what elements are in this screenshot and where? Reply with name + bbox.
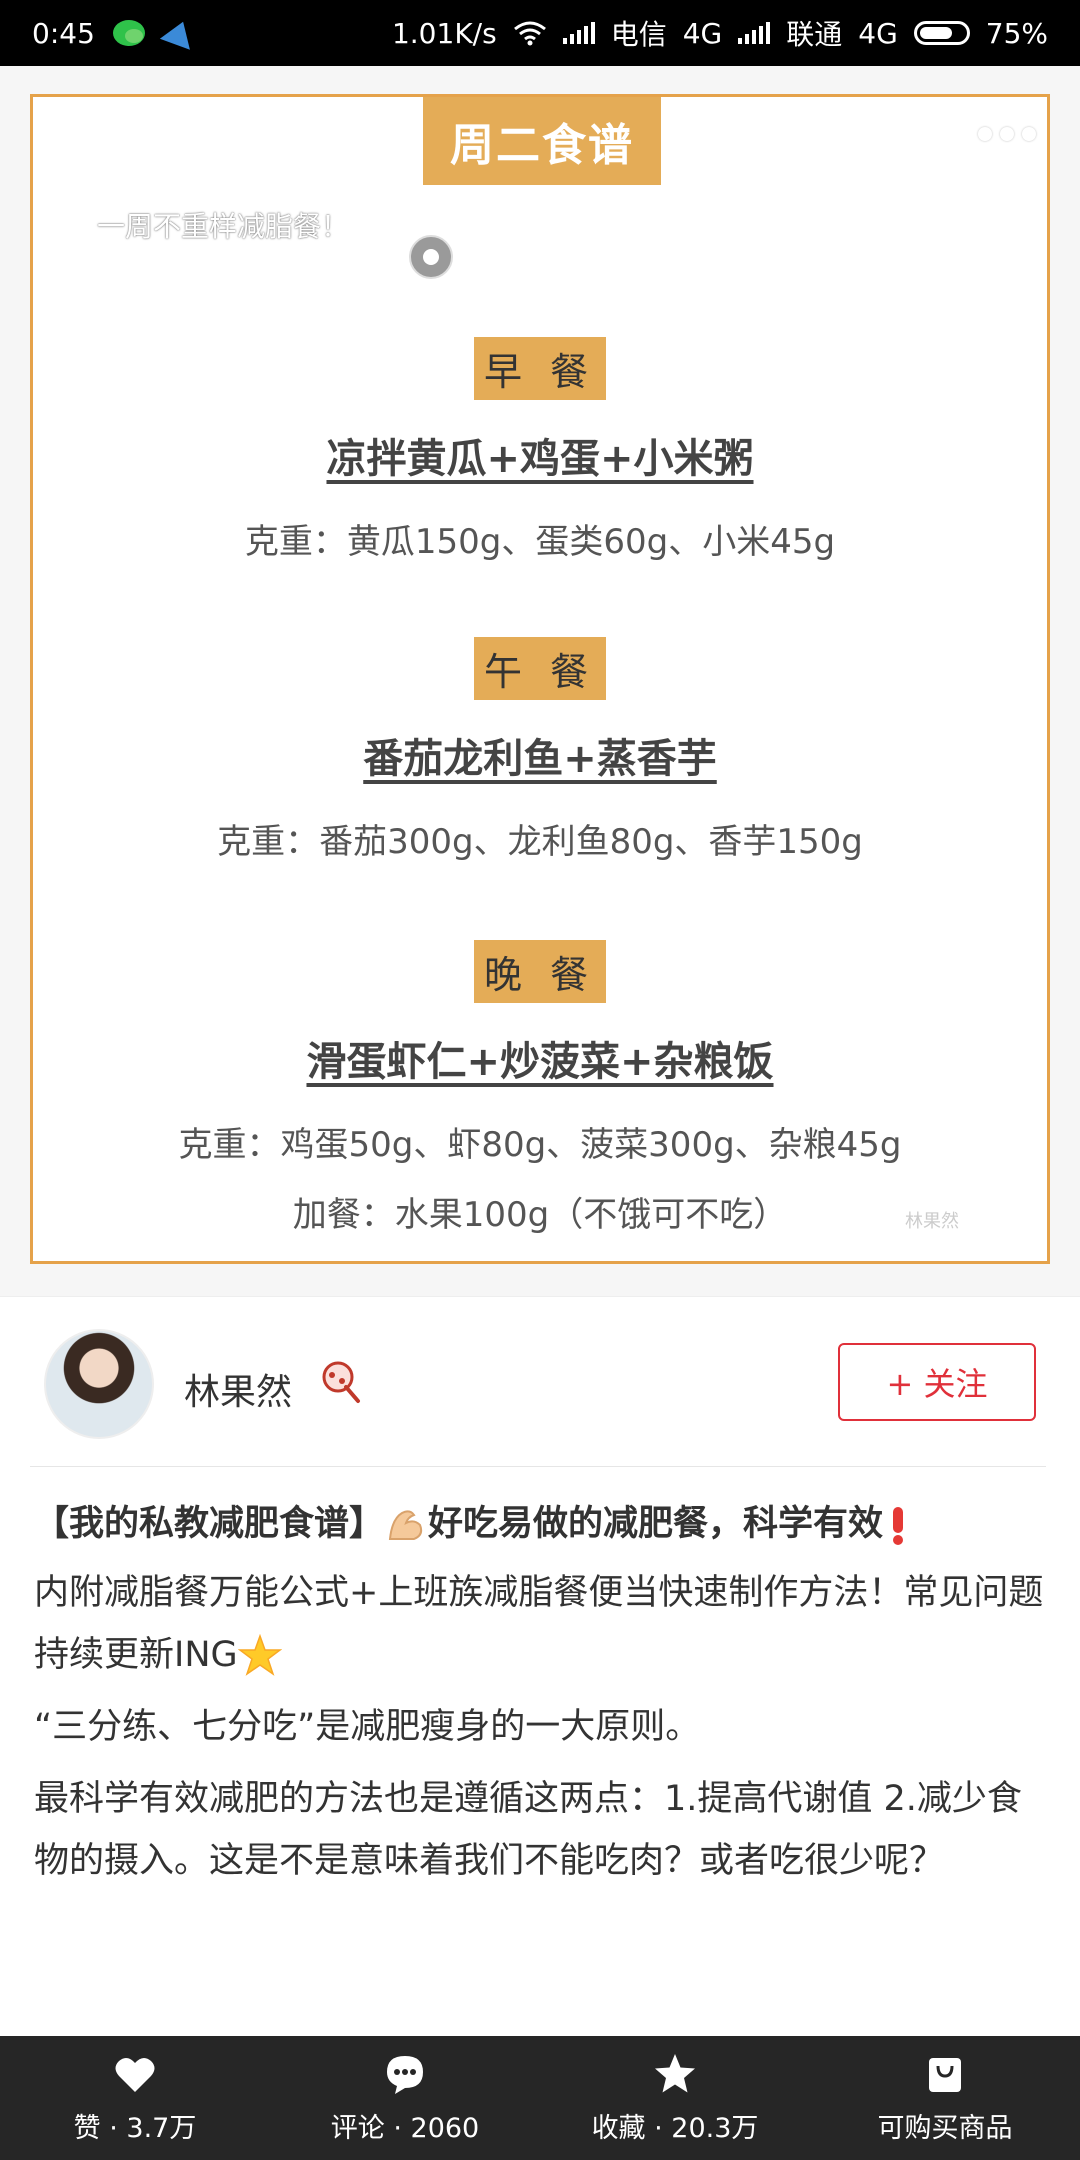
signal-icon-2 xyxy=(738,22,771,44)
post-paragraph-3: 最科学有效减肥的方法也是遵循这两点：1.提高代谢值 2.减少食物的摄入。这是不是… xyxy=(34,1779,1022,1881)
carrier-1: 电信 xyxy=(610,18,667,51)
post-image[interactable]: 周二食谱 一周不重样减脂餐！ 早 餐 凉拌黄瓜+鸡蛋+小米粥 克重：黄瓜150g… xyxy=(0,66,1080,1296)
follow-button[interactable]: + 关注 xyxy=(838,1343,1036,1421)
recipe-subtitle: 一周不重样减脂餐！ xyxy=(97,210,350,243)
bottom-action-bar: 赞 · 3.7万 评论 · 2060 收藏 · 20.3万 可购买商品 xyxy=(0,2036,1080,2160)
meal-lunch: 午 餐 番茄龙利鱼+蒸香芋 克重：番茄300g、龙利鱼80g、香芋150g xyxy=(33,637,1047,863)
comment-icon xyxy=(387,2055,423,2094)
meal-weight: 克重：番茄300g、龙利鱼80g、香芋150g xyxy=(217,822,863,862)
network-type-2: 4G xyxy=(858,16,898,50)
exclamation-icon xyxy=(893,1507,904,1545)
like-label: 赞 · 3.7万 xyxy=(73,2112,197,2144)
collect-label: 收藏 · 20.3万 xyxy=(591,2112,759,2144)
post-paragraph-1: 内附减脂餐万能公式+上班族减脂餐便当快速制作方法！常见问题持续更新ING xyxy=(34,1562,1046,1686)
post-content: 【我的私教减肥食谱】 好吃易做的减肥餐，科学有效 内附减脂餐万能公式+上班族减脂餐… xyxy=(34,1496,1046,1892)
meal-dish: 凉拌黄瓜+鸡蛋+小米粥 xyxy=(326,436,754,482)
post-paragraph-1-text: 内附减脂餐万能公式+上班族减脂餐便当快速制作方法！常见问题持续更新ING xyxy=(34,1573,1044,1675)
post-title-part-1: 【我的私教减肥食谱】 xyxy=(34,1504,385,1544)
post-paragraph-2: “三分练、七分吃”是减肥瘦身的一大原则。 xyxy=(34,1707,701,1747)
meal-weight: 克重：黄瓜150g、蛋类60g、小米45g xyxy=(244,522,836,562)
network-speed: 1.01K/s xyxy=(391,16,497,50)
clock: 0:45 xyxy=(32,16,95,50)
post-title-part-2: 好吃易做的减肥餐，科学有效 xyxy=(428,1504,884,1544)
meal-weight: 克重：鸡蛋50g、虾80g、菠菜300g、杂粮45g xyxy=(178,1125,902,1165)
author-name[interactable]: 林果然 xyxy=(184,1363,292,1415)
comment-button[interactable]: 评论 · 2060 xyxy=(270,2036,540,2160)
meal-tag: 晚 餐 xyxy=(473,940,607,1003)
carrier-2: 联通 xyxy=(786,18,843,51)
meal-tag: 早 餐 xyxy=(473,337,607,400)
more-options-icon[interactable] xyxy=(978,114,1048,154)
author-row: 林果然 + 关注 xyxy=(0,1296,1080,1466)
comment-label: 评论 · 2060 xyxy=(330,2112,480,2144)
watermark: 林果然 xyxy=(905,1211,959,1232)
bird-app-icon xyxy=(159,16,199,50)
image-indicator-icon xyxy=(409,235,453,279)
author-badge-icon xyxy=(322,1361,360,1403)
extra-meal: 加餐：水果100g（不饿可不吃） xyxy=(292,1195,788,1235)
shop-label: 可购买商品 xyxy=(877,2112,1013,2144)
flexed-biceps-icon xyxy=(388,1510,423,1540)
meal-dish: 番茄龙利鱼+蒸香芋 xyxy=(363,736,717,782)
status-bar: 0:45 1.01K/s 电信 4G 联通 4G 75% xyxy=(0,0,1080,66)
wifi-icon xyxy=(513,21,546,46)
meal-dish: 滑蛋虾仁+炒菠菜+杂粮饭 xyxy=(306,1039,774,1085)
collect-button[interactable]: 收藏 · 20.3万 xyxy=(540,2036,810,2160)
divider xyxy=(30,1466,1046,1467)
star-sparkle-icon xyxy=(237,1634,282,1676)
meal-breakfast: 早 餐 凉拌黄瓜+鸡蛋+小米粥 克重：黄瓜150g、蛋类60g、小米45g xyxy=(33,337,1047,563)
star-icon xyxy=(655,2053,695,2092)
signal-icon xyxy=(562,22,595,44)
network-type-1: 4G xyxy=(682,16,723,50)
shop-button[interactable]: 可购买商品 xyxy=(810,2036,1080,2160)
heart-icon xyxy=(115,2057,155,2092)
recipe-title: 周二食谱 xyxy=(423,97,661,185)
like-button[interactable]: 赞 · 3.7万 xyxy=(0,2036,270,2160)
post-title: 【我的私教减肥食谱】 好吃易做的减肥餐，科学有效 xyxy=(34,1496,1046,1552)
back-arrow-icon[interactable] xyxy=(44,108,114,158)
wechat-icon xyxy=(112,20,145,46)
battery-icon xyxy=(913,21,970,45)
shopping-bag-icon xyxy=(929,2057,961,2092)
recipe-card: 周二食谱 一周不重样减脂餐！ 早 餐 凉拌黄瓜+鸡蛋+小米粥 克重：黄瓜150g… xyxy=(30,94,1050,1264)
meal-dinner: 晚 餐 滑蛋虾仁+炒菠菜+杂粮饭 克重：鸡蛋50g、虾80g、菠菜300g、杂粮… xyxy=(33,940,1047,1166)
battery-level: 75% xyxy=(985,16,1048,50)
avatar[interactable] xyxy=(44,1329,154,1439)
meal-tag: 午 餐 xyxy=(473,637,607,700)
